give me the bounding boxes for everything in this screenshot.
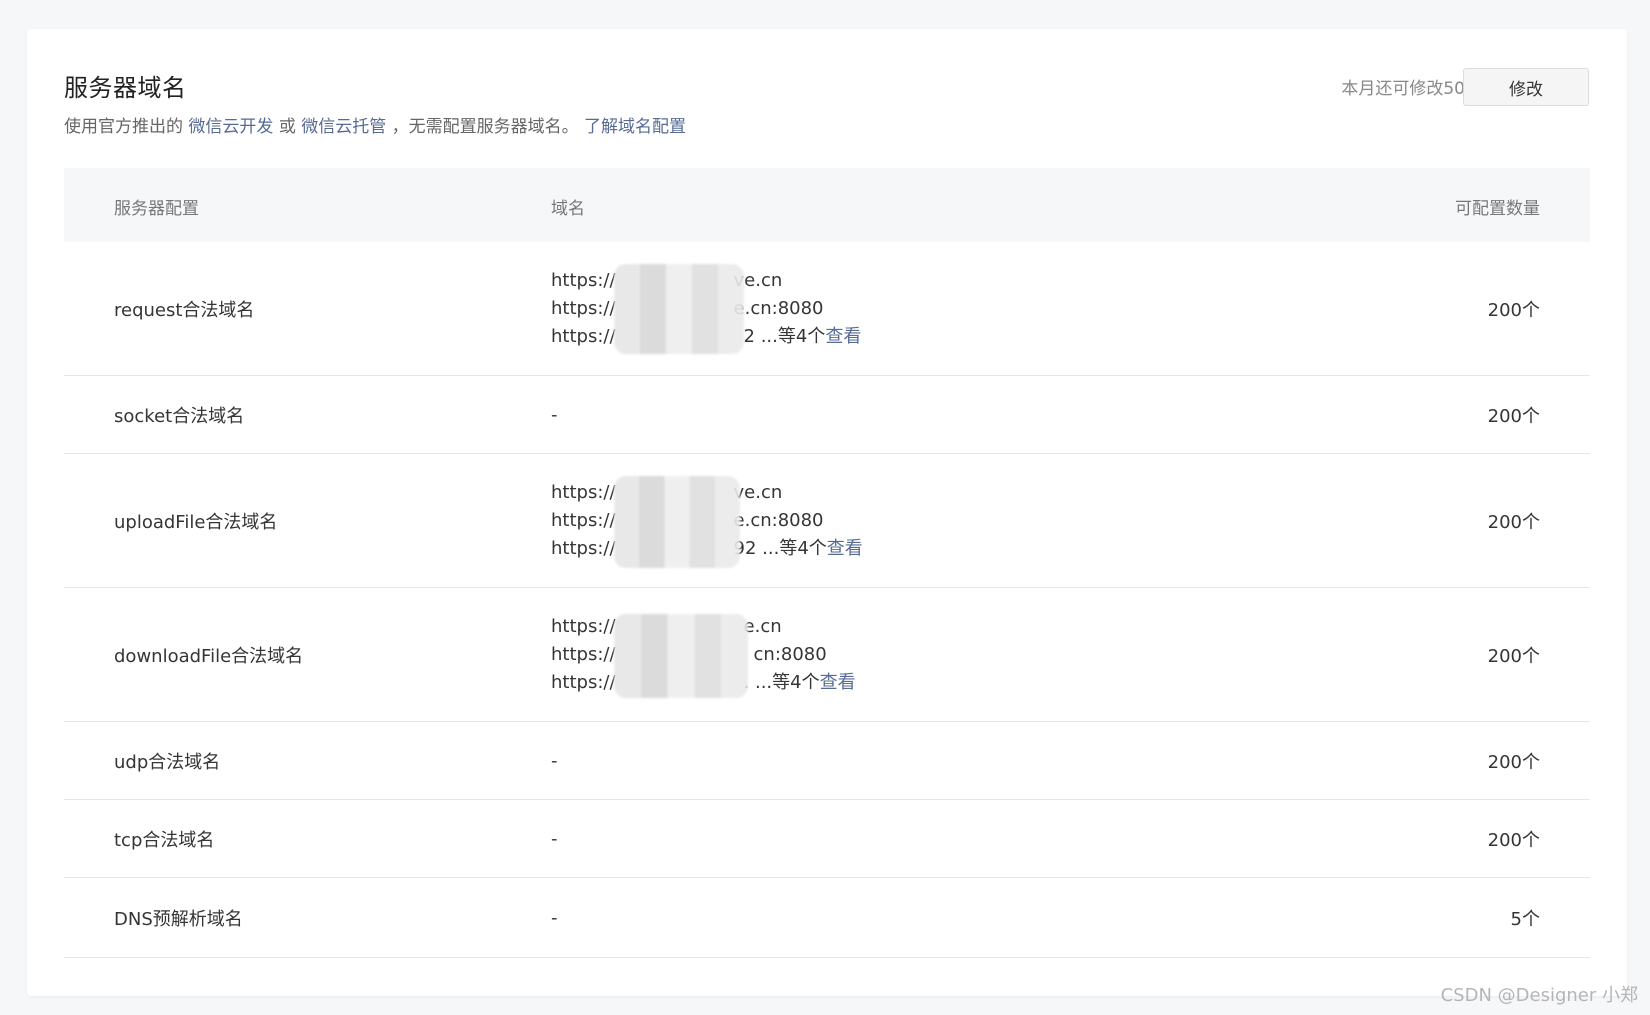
domain-prefix: https://	[551, 297, 616, 319]
view-more-link[interactable]: 查看	[825, 326, 861, 347]
domain-tail: . ...等4个	[743, 671, 820, 693]
col-config: 服务器配置	[114, 199, 199, 219]
row-name: DNS预解析域名	[114, 908, 243, 930]
desc-prefix: 使用官方推出的	[64, 117, 183, 137]
table-row: tcp合法域名 - 200个	[64, 800, 1590, 878]
server-domain-panel: 服务器域名 使用官方推出的 微信云开发 或 微信云托管 ，无需配置服务器域名。 …	[27, 29, 1627, 996]
page-title: 服务器域名	[64, 74, 187, 102]
cloud-host-link[interactable]: 微信云托管	[301, 117, 386, 137]
modify-button[interactable]: 修改	[1463, 68, 1589, 106]
domain-tail: ve.cn	[733, 481, 783, 503]
table-row: DNS预解析域名 - 5个	[64, 878, 1590, 958]
col-domain: 域名	[551, 199, 585, 219]
domain-prefix: https://	[551, 671, 616, 693]
row-count: 200个	[1487, 829, 1540, 851]
row-count: 200个	[1487, 751, 1540, 773]
domain-tail: e.cn:8080	[733, 509, 824, 531]
row-count: 200个	[1487, 299, 1540, 321]
domain-prefix: https://	[551, 269, 616, 291]
empty-dash: -	[551, 828, 558, 849]
row-name: downloadFile合法域名	[114, 645, 304, 667]
table-row: uploadFile合法域名 https:// ve.cn https:// e.c…	[64, 454, 1590, 588]
row-count: 200个	[1487, 405, 1540, 427]
empty-dash: -	[551, 404, 558, 425]
view-more-link[interactable]: 查看	[827, 538, 863, 559]
table-header: 服务器配置 域名 可配置数量	[64, 168, 1590, 242]
empty-dash: -	[551, 750, 558, 771]
row-name: socket合法域名	[114, 405, 245, 427]
row-count: 200个	[1487, 645, 1540, 667]
row-name: request合法域名	[114, 299, 255, 321]
table-row: request合法域名 https://ve.cn https://e.cn:8…	[64, 242, 1590, 376]
row-count: 200个	[1487, 511, 1540, 533]
empty-dash: -	[551, 907, 558, 928]
domain-table: 服务器配置 域名 可配置数量 request合法域名 https://ve.cn…	[64, 168, 1590, 958]
redaction-mosaic	[614, 264, 744, 354]
row-count: 5个	[1510, 908, 1540, 930]
domain-tail: e.cn	[743, 615, 782, 637]
cloud-dev-link[interactable]: 微信云开发	[188, 117, 273, 137]
row-name: uploadFile合法域名	[114, 511, 278, 533]
domain-prefix: https://	[551, 509, 616, 531]
desc-suffix: ，无需配置服务器域名。	[391, 117, 579, 137]
domain-prefix: https://	[551, 615, 616, 637]
table-row: downloadFile合法域名 https:// e.cn https:// cn…	[64, 588, 1590, 722]
view-more-link[interactable]: 查看	[820, 672, 856, 693]
domain-tail: 2 ...等4个	[743, 325, 826, 347]
col-count: 可配置数量	[1455, 199, 1540, 219]
desc-or: 或	[278, 117, 296, 137]
row-name: udp合法域名	[114, 751, 221, 773]
table-row: socket合法域名 - 200个	[64, 376, 1590, 454]
redaction-mosaic	[614, 614, 748, 698]
domain-prefix: https://	[551, 325, 616, 347]
row-name: tcp合法域名	[114, 829, 215, 851]
table-row: udp合法域名 - 200个	[64, 722, 1590, 800]
domain-tail: cn:8080	[753, 643, 827, 665]
description-text: 使用官方推出的 微信云开发 或 微信云托管 ，无需配置服务器域名。 了解域名配置	[64, 112, 686, 137]
domain-prefix: https://	[551, 643, 616, 665]
learn-domain-config-link[interactable]: 了解域名配置	[584, 117, 686, 137]
watermark-text: CSDN @Designer 小郑	[1440, 985, 1638, 1006]
redaction-mosaic	[614, 476, 740, 568]
domain-prefix: https://	[551, 481, 616, 503]
domain-tail: e.cn:8080	[733, 297, 824, 319]
domain-tail: 92 ...等4个	[733, 537, 827, 559]
modify-quota-text: 本月还可修改50次	[1341, 79, 1482, 99]
domain-prefix: https://	[551, 537, 616, 559]
